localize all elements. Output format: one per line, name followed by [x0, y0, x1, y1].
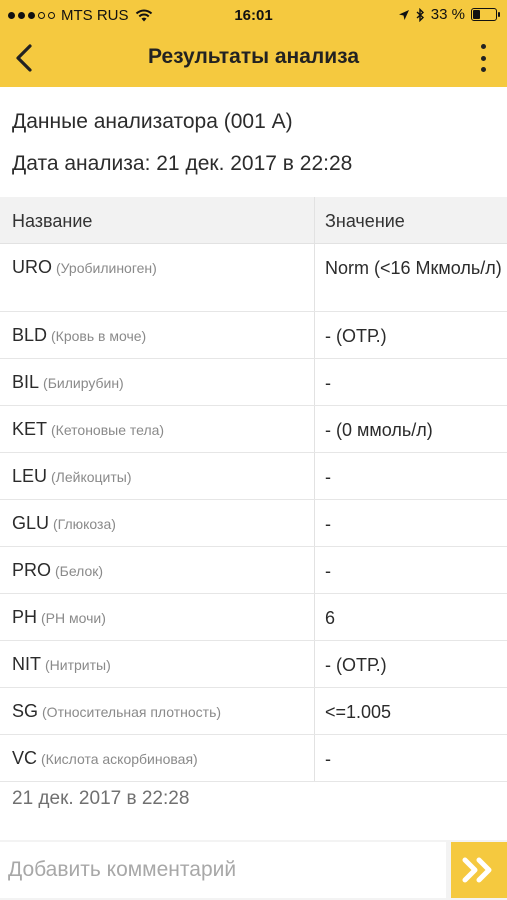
table-row: KET (Кетоновые тела) - (0 ммоль/л) — [0, 406, 507, 453]
param-code: PRO — [12, 560, 52, 580]
param-value: 6 — [325, 608, 336, 628]
nav-bar: Результаты анализа — [0, 30, 507, 87]
analysis-info: Данные анализатора (001 А) Дата анализа:… — [12, 110, 352, 176]
back-button[interactable] — [10, 40, 40, 76]
param-value: - — [325, 749, 331, 769]
more-vertical-icon — [480, 44, 486, 49]
param-code: NIT — [12, 654, 41, 674]
param-value: <=1.005 — [325, 702, 392, 722]
param-desc: (Кетоновые тела) — [51, 422, 165, 438]
table-header: Название Значение — [0, 197, 507, 244]
table-row: PRO (Белок) - — [0, 547, 507, 594]
param-desc: (Глюкоза) — [53, 516, 116, 532]
status-right: 33 % — [398, 6, 500, 23]
table-row: SG (Относительная плотность) <=1.005 — [0, 688, 507, 735]
param-value: - — [325, 514, 331, 534]
param-desc: (Кровь в моче) — [51, 328, 147, 344]
param-value: - (ОТР.) — [325, 326, 387, 346]
comment-input[interactable] — [0, 842, 446, 898]
header-name: Название — [0, 197, 315, 243]
param-desc: (Относительная плотность) — [42, 704, 222, 720]
param-value: Norm (<16 Мкмоль/л) — [325, 258, 502, 278]
table-row: NIT (Нитриты) - (ОТР.) — [0, 641, 507, 688]
param-value: - (ОТР.) — [325, 655, 387, 675]
results-table: Название Значение URO (Уробилиноген) Norm… — [0, 197, 507, 782]
bluetooth-icon — [416, 7, 424, 22]
param-desc: (Уробилиноген) — [56, 260, 157, 276]
app-header: MTS RUS 16:01 33 % Результаты анализа — [0, 0, 507, 87]
table-row: URO (Уробилиноген) Norm (<16 Мкмоль/л) — [0, 244, 507, 312]
param-desc: (Кислота аскорбиновая) — [41, 751, 198, 767]
send-button[interactable] — [451, 842, 507, 898]
param-code: GLU — [12, 513, 50, 533]
param-code: KET — [12, 419, 48, 439]
param-value: - — [325, 561, 331, 581]
param-desc: (Лейкоциты) — [51, 469, 132, 485]
param-desc: (Билирубин) — [43, 375, 124, 391]
comment-bar — [0, 840, 507, 900]
double-chevron-right-icon — [462, 857, 492, 883]
param-value: - (0 ммоль/л) — [325, 420, 433, 440]
param-code: VC — [12, 748, 38, 768]
table-row: LEU (Лейкоциты) - — [0, 453, 507, 500]
chevron-left-icon — [16, 44, 32, 72]
param-desc: (PH мочи) — [41, 610, 106, 626]
param-code: URO — [12, 257, 52, 277]
param-desc: (Белок) — [55, 563, 104, 579]
param-code: BLD — [12, 325, 48, 345]
header-value: Значение — [325, 211, 405, 231]
page-title: Результаты анализа — [147, 45, 360, 68]
param-code: LEU — [12, 466, 48, 486]
location-icon — [398, 9, 409, 20]
table-row: BIL (Билирубин) - — [0, 359, 507, 406]
battery-icon — [471, 8, 500, 21]
param-code: BIL — [12, 372, 40, 392]
result-timestamp: 21 дек. 2017 в 22:28 — [12, 788, 190, 809]
status-bar: MTS RUS 16:01 33 % — [0, 0, 507, 30]
analysis-date: Дата анализа: 21 дек. 2017 в 22:28 — [12, 152, 353, 175]
param-value: - — [325, 373, 331, 393]
param-code: SG — [12, 701, 39, 721]
table-row: PH (PH мочи) 6 — [0, 594, 507, 641]
more-options-button[interactable] — [473, 42, 493, 74]
table-row: VC (Кислота аскорбиновая) - — [0, 735, 507, 782]
analyzer-label: Данные анализатора (001 А) — [12, 110, 293, 133]
param-value: - — [325, 467, 331, 487]
battery-percent: 33 % — [430, 6, 465, 23]
table-row: BLD (Кровь в моче) - (ОТР.) — [0, 312, 507, 359]
param-code: PH — [12, 607, 38, 627]
table-row: GLU (Глюкоза) - — [0, 500, 507, 547]
param-desc: (Нитриты) — [45, 657, 111, 673]
